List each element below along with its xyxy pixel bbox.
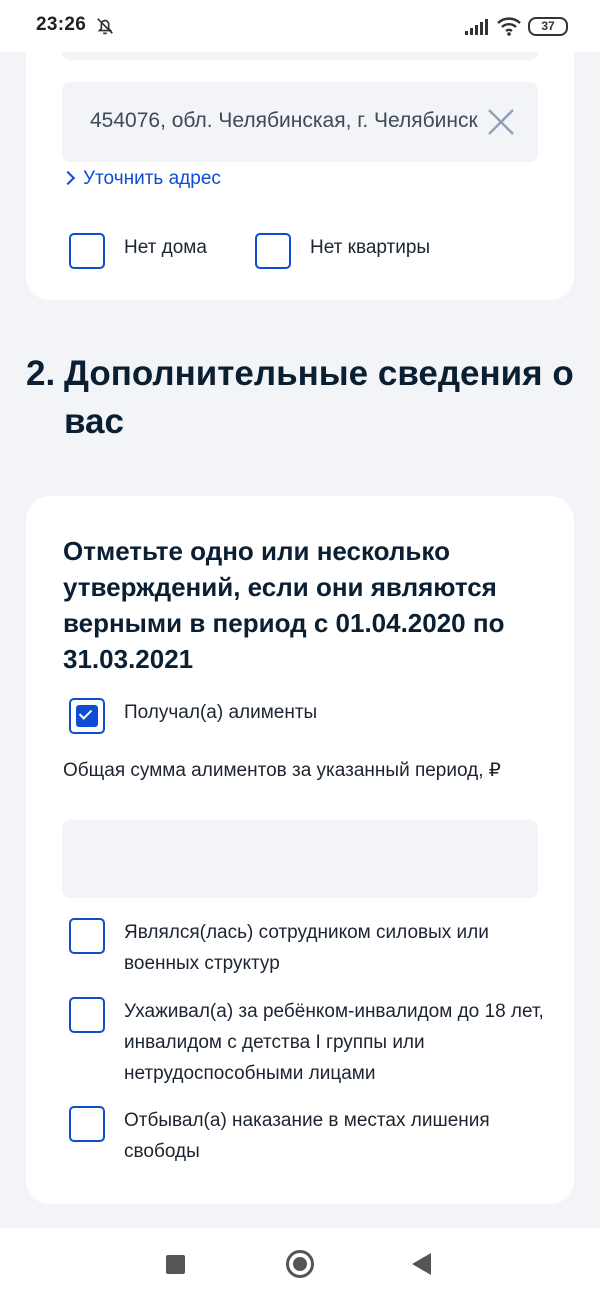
bell-off-icon (97, 18, 113, 35)
status-bar: 23:26 37 (0, 0, 600, 52)
wifi-icon (497, 17, 521, 36)
no-house-checkbox[interactable] (69, 233, 105, 269)
checkmark-icon (78, 706, 93, 720)
battery-level: 37 (541, 19, 555, 33)
close-icon[interactable] (486, 107, 516, 137)
no-apartment-checkbox[interactable] (255, 233, 291, 269)
address-value: 454076, обл. Челябинская, г. Челябинск (90, 109, 478, 132)
no-house-label: Нет дома (124, 237, 207, 258)
alimony-checkbox[interactable] (69, 698, 105, 734)
alimony-label: Получал(а) алименты (124, 702, 318, 723)
security-forces-label: Являлся(лась) сотрудником силовых или во… (124, 922, 489, 974)
chevron-right-icon (60, 170, 76, 186)
alimony-sum-input[interactable] (62, 820, 538, 898)
signal-icon (465, 19, 488, 35)
system-nav-bar (0, 1228, 600, 1299)
refine-address-link[interactable]: Уточнить адрес (60, 168, 221, 190)
caregiver-checkbox[interactable] (69, 997, 105, 1033)
statements-question: Отметьте одно или несколько утверждений,… (63, 536, 505, 674)
refine-address-label: Уточнить адрес (83, 168, 221, 189)
status-time: 23:26 (36, 14, 87, 35)
address-field[interactable]: 454076, обл. Челябинская, г. Челябинск (62, 82, 538, 162)
back-button[interactable] (412, 1253, 431, 1275)
home-button[interactable] (286, 1250, 314, 1278)
section-heading: Дополнительные сведения о вас (64, 354, 574, 441)
alimony-sum-label: Общая сумма алиментов за указанный перио… (63, 760, 501, 781)
imprisonment-label: Отбывал(а) наказание в местах лишения св… (124, 1110, 490, 1162)
caregiver-label: Ухаживал(а) за ребёнком-инвалидом до 18 … (124, 1001, 544, 1084)
no-apartment-label: Нет квартиры (310, 237, 431, 258)
checkbox-fill (76, 705, 98, 727)
security-forces-checkbox[interactable] (69, 918, 105, 954)
section-number: 2. (26, 354, 56, 393)
battery-icon: 37 (528, 17, 568, 36)
imprisonment-checkbox[interactable] (69, 1106, 105, 1142)
recents-button[interactable] (166, 1255, 185, 1274)
